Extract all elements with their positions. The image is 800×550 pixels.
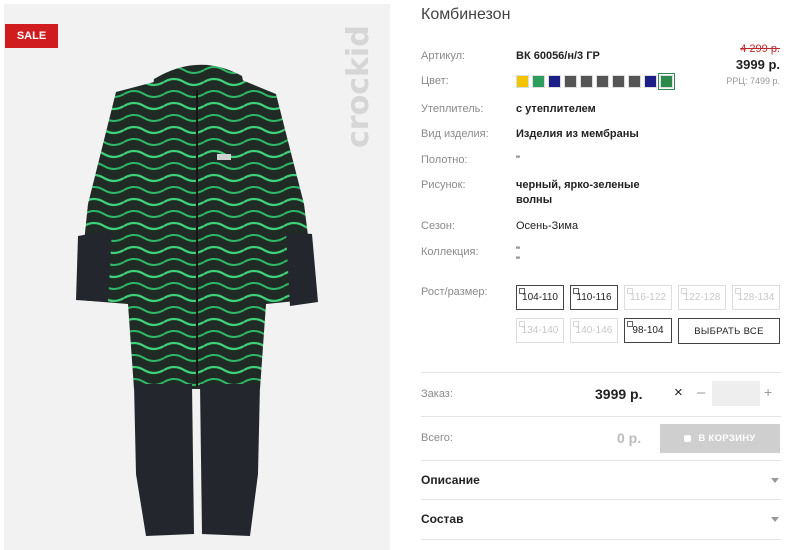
size-flag-icon	[519, 321, 525, 327]
current-price: 3999 р.	[735, 57, 780, 72]
color-swatch[interactable]	[612, 75, 625, 88]
size-option-label: 134-140	[521, 325, 559, 336]
item-type-label: Вид изделия:	[421, 128, 489, 140]
size-flag-icon	[519, 288, 525, 294]
select-all-sizes-button[interactable]: ВЫБРАТЬ ВСЕ	[678, 318, 780, 344]
product-image[interactable]: SALE crockid	[4, 4, 390, 550]
divider	[421, 416, 781, 417]
color-swatches	[516, 73, 675, 90]
product-title: Комбинезон	[421, 6, 511, 23]
size-option[interactable]: 128-134	[732, 285, 780, 310]
size-label: Рост/размер:	[421, 286, 488, 298]
color-swatch[interactable]	[516, 75, 529, 88]
color-swatch[interactable]	[564, 75, 577, 88]
season-value: Осень-Зима	[516, 220, 579, 232]
article-label: Артикул:	[421, 50, 466, 62]
description-accordion[interactable]: Описание	[421, 461, 781, 499]
rrp-price: РРЦ: 7499 р.	[726, 76, 780, 86]
composition-accordion[interactable]: Состав	[421, 500, 781, 538]
pattern-label: Рисунок:	[421, 179, 466, 191]
cart-icon	[684, 435, 692, 442]
chevron-down-icon	[771, 477, 779, 483]
insulation-value: с утеплителем	[516, 103, 596, 115]
article-value: ВК 60056/н/3 ГР	[516, 50, 600, 62]
order-label: Заказ:	[421, 388, 453, 400]
size-option[interactable]: 98-104	[624, 318, 672, 343]
color-swatch[interactable]	[628, 75, 641, 88]
fabric-label: Полотно:	[421, 154, 468, 166]
pattern-value-line2: волны	[516, 194, 553, 206]
color-label: Цвет:	[421, 75, 449, 87]
order-price: 3999 р.	[595, 386, 643, 402]
size-flag-icon	[573, 321, 579, 327]
size-option[interactable]: 116-122	[624, 285, 672, 310]
size-option[interactable]: 134-140	[516, 318, 564, 343]
add-to-cart-button[interactable]: В КОРЗИНУ	[660, 424, 780, 453]
divider	[421, 539, 781, 540]
size-option-label: 122-128	[683, 292, 721, 303]
pattern-value-line1: черный, ярко-зеленые	[516, 179, 640, 191]
fabric-value: "	[516, 154, 520, 166]
description-accordion-label: Описание	[421, 473, 480, 487]
sale-badge: SALE	[5, 24, 58, 48]
composition-accordion-label: Состав	[421, 512, 464, 526]
size-option-label: 140-146	[575, 325, 613, 336]
size-option-label: 104-110	[522, 292, 558, 303]
increase-quantity-button[interactable]: +	[764, 384, 772, 400]
multiply-icon: ×	[674, 384, 683, 401]
size-option-label: 98-104	[632, 325, 664, 336]
size-option-label: 110-116	[576, 292, 612, 303]
item-type-value: Изделия из мембраны	[516, 128, 639, 140]
color-swatch[interactable]	[596, 75, 609, 88]
size-flag-icon	[681, 288, 687, 294]
color-swatch[interactable]	[644, 75, 657, 88]
size-flag-icon	[573, 288, 579, 294]
size-flag-icon	[627, 321, 633, 327]
color-swatch[interactable]	[532, 75, 545, 88]
size-option-label: 128-134	[737, 292, 775, 303]
add-to-cart-label: В КОРЗИНУ	[698, 433, 756, 444]
size-option[interactable]: 140-146	[570, 318, 618, 343]
size-flag-icon	[735, 288, 741, 294]
collection-value-line2: "	[516, 255, 520, 267]
decrease-quantity-button[interactable]: –	[697, 384, 705, 401]
size-option-label: 116-122	[630, 292, 666, 303]
season-label: Сезон:	[421, 220, 455, 232]
size-flag-icon	[627, 288, 633, 294]
total-value: 0 р.	[617, 430, 642, 446]
color-swatch[interactable]	[580, 75, 593, 88]
product-photo	[76, 64, 318, 536]
color-swatch[interactable]	[658, 73, 675, 90]
divider	[421, 372, 781, 373]
quantity-input[interactable]	[712, 381, 760, 406]
size-option[interactable]: 104-110	[516, 285, 564, 310]
total-label: Всего:	[421, 432, 453, 444]
size-option[interactable]: 110-116	[570, 285, 618, 310]
collection-label: Коллекция:	[421, 246, 479, 258]
chevron-down-icon	[771, 516, 779, 522]
insulation-label: Утеплитель:	[421, 103, 484, 115]
brand-logo-text: crockid	[341, 25, 376, 148]
size-option[interactable]: 122-128	[678, 285, 726, 310]
old-price: 4 299 р.	[740, 43, 780, 55]
brand-logo: crockid	[341, 25, 376, 148]
color-swatch[interactable]	[548, 75, 561, 88]
